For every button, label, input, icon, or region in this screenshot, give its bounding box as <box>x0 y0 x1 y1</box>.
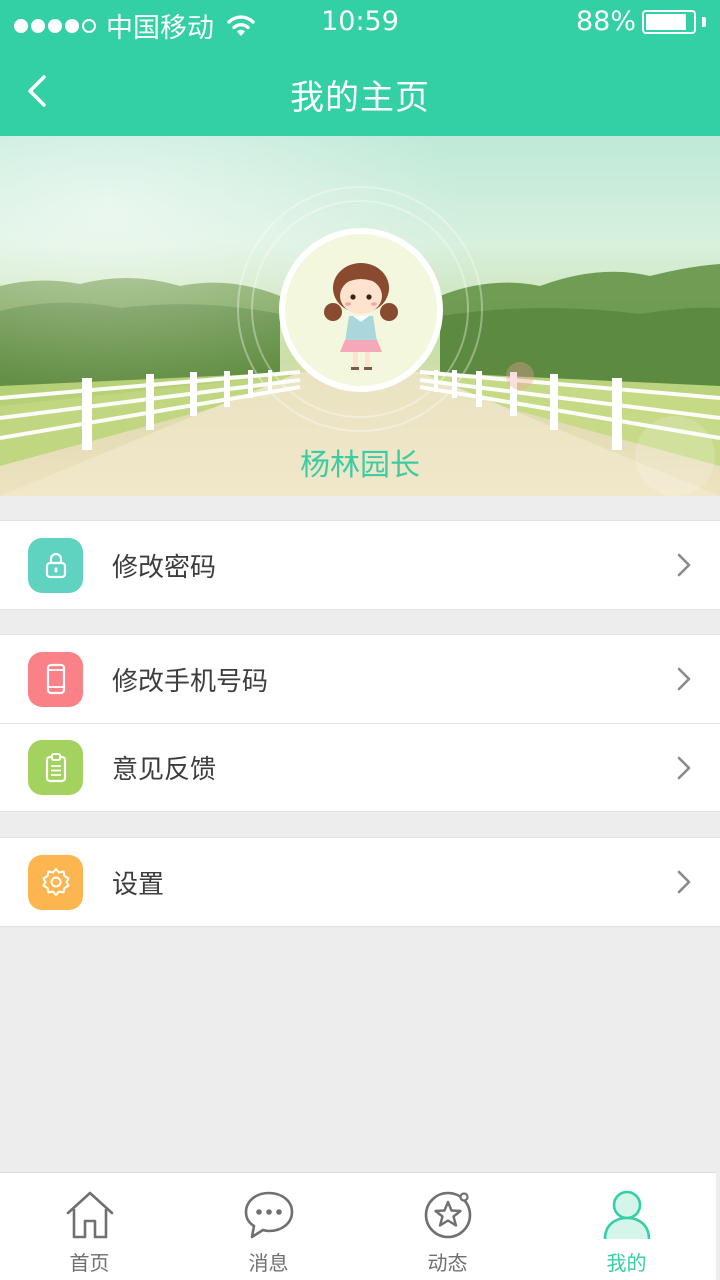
tab-label: 首页 <box>69 1251 110 1275</box>
chevron-right-icon <box>677 756 691 779</box>
menu-label: 意见反馈 <box>112 755 217 785</box>
menu-item-settings[interactable]: 设置 <box>0 838 720 926</box>
menu-label: 设置 <box>112 869 165 900</box>
menu-group-contact: 修改手机号码 意见反馈 <box>0 634 720 812</box>
chevron-right-icon <box>677 553 691 577</box>
clipboard-icon <box>28 740 83 795</box>
home-icon <box>66 1191 113 1239</box>
battery-percent: 88% <box>575 6 636 37</box>
tab-messages[interactable]: 消息 <box>179 1173 358 1280</box>
status-bar: 中国移动 10:59 88% <box>0 0 720 46</box>
menu-group-settings: 设置 <box>0 837 720 927</box>
star-orbit-icon <box>424 1191 471 1239</box>
battery-tip <box>702 16 706 27</box>
tab-label: 消息 <box>248 1251 289 1275</box>
battery-icon <box>642 9 696 34</box>
tab-mine[interactable]: 我的 <box>537 1173 716 1280</box>
tab-bar: 首页 消息 动态 我的 <box>0 1172 716 1280</box>
battery-fill <box>646 13 687 30</box>
menu-item-feedback[interactable]: 意见反馈 <box>0 723 720 811</box>
tab-moments[interactable]: 动态 <box>358 1173 537 1280</box>
menu-group-account: 修改密码 <box>0 520 720 610</box>
profile-banner: 杨林园长 <box>0 136 720 496</box>
tab-home[interactable]: 首页 <box>0 1173 179 1280</box>
person-icon <box>603 1190 650 1240</box>
menu-label: 修改密码 <box>112 552 217 583</box>
lock-icon <box>28 537 83 593</box>
page-title: 我的主页 <box>290 78 430 118</box>
chevron-right-icon <box>677 667 691 691</box>
message-icon <box>244 1191 293 1239</box>
status-right: 88% <box>576 6 706 37</box>
profile-name: 杨林园长 <box>300 448 420 483</box>
tab-label: 我的 <box>606 1251 647 1275</box>
nav-bar: 我的主页 <box>0 46 720 136</box>
menu-label: 修改手机号码 <box>112 666 269 697</box>
chevron-right-icon <box>677 870 691 894</box>
phone-icon <box>28 651 83 707</box>
tab-label: 动态 <box>427 1251 468 1275</box>
menu-item-change-phone[interactable]: 修改手机号码 <box>0 635 720 723</box>
gear-icon <box>28 854 83 910</box>
girl-avatar-icon[interactable] <box>279 228 443 392</box>
menu-item-change-password[interactable]: 修改密码 <box>0 521 720 609</box>
